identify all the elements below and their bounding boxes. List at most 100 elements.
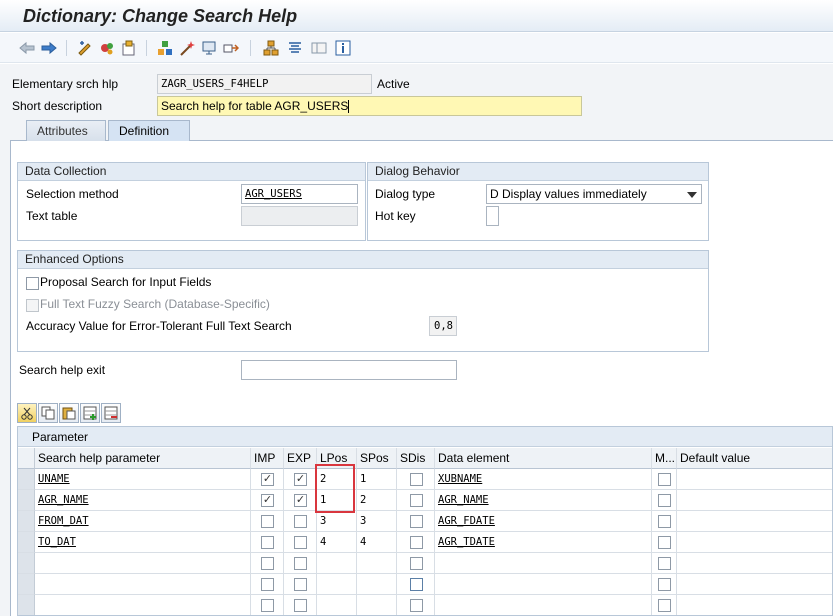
data-element-cell[interactable]: AGR_TDATE <box>435 532 652 553</box>
default-value-cell[interactable] <box>677 490 832 511</box>
hot-key-field[interactable] <box>486 206 499 226</box>
selection-method-field[interactable]: AGR_USERS <box>241 184 358 204</box>
param-cell[interactable]: TO_DAT <box>35 532 251 553</box>
exp-checkbox[interactable]: ✓ <box>294 473 307 486</box>
spos-cell[interactable] <box>357 574 397 595</box>
info-icon[interactable] <box>334 39 352 57</box>
row-selector[interactable] <box>18 469 35 490</box>
column-header[interactable]: Search help parameter <box>35 448 251 469</box>
default-value-cell[interactable] <box>677 469 832 490</box>
mod-checkbox[interactable] <box>658 494 671 507</box>
row-selector[interactable] <box>18 595 35 615</box>
exp-checkbox[interactable]: ✓ <box>294 494 307 507</box>
data-element-cell[interactable] <box>435 574 652 595</box>
sdis-checkbox[interactable] <box>410 473 423 486</box>
display-change-icon[interactable] <box>76 39 94 57</box>
forward-arrow-icon[interactable] <box>40 39 58 57</box>
hierarchy-icon[interactable] <box>262 39 280 57</box>
spos-cell[interactable] <box>357 553 397 574</box>
lpos-cell[interactable] <box>317 595 357 615</box>
imp-checkbox[interactable] <box>261 536 274 549</box>
lpos-cell[interactable] <box>317 553 357 574</box>
mod-checkbox[interactable] <box>658 536 671 549</box>
column-header[interactable]: Data element <box>435 448 652 469</box>
sdis-checkbox[interactable] <box>410 494 423 507</box>
default-value-cell[interactable] <box>677 511 832 532</box>
data-element-cell[interactable]: AGR_FDATE <box>435 511 652 532</box>
test-icon[interactable] <box>200 39 218 57</box>
copy-icon[interactable] <box>38 403 58 423</box>
lpos-cell[interactable] <box>317 574 357 595</box>
row-selector[interactable] <box>18 574 35 595</box>
object-list-icon[interactable] <box>286 39 304 57</box>
sdis-checkbox[interactable] <box>410 557 423 570</box>
exp-checkbox[interactable] <box>294 536 307 549</box>
imp-checkbox[interactable]: ✓ <box>261 473 274 486</box>
delete-row-icon[interactable] <box>101 403 121 423</box>
imp-checkbox[interactable]: ✓ <box>261 494 274 507</box>
sdis-checkbox[interactable] <box>410 578 423 591</box>
imp-checkbox[interactable] <box>261 515 274 528</box>
select-all-cell[interactable] <box>18 448 35 469</box>
row-selector[interactable] <box>18 511 35 532</box>
back-arrow-icon[interactable] <box>18 39 36 57</box>
data-element-cell[interactable]: AGR_NAME <box>435 490 652 511</box>
row-selector[interactable] <box>18 553 35 574</box>
imp-checkbox[interactable] <box>261 557 274 570</box>
imp-checkbox[interactable] <box>261 599 274 612</box>
param-cell[interactable] <box>35 574 251 595</box>
mod-checkbox[interactable] <box>658 473 671 486</box>
column-header[interactable]: SDis <box>397 448 435 469</box>
where-used-icon[interactable] <box>222 39 240 57</box>
default-value-cell[interactable] <box>677 532 832 553</box>
mod-checkbox[interactable] <box>658 599 671 612</box>
mod-checkbox[interactable] <box>658 515 671 528</box>
mod-checkbox[interactable] <box>658 557 671 570</box>
exp-checkbox[interactable] <box>294 557 307 570</box>
data-element-cell[interactable] <box>435 553 652 574</box>
default-value-cell[interactable] <box>677 574 832 595</box>
spos-cell[interactable]: 1 <box>357 469 397 490</box>
fuzzy-search-checkbox[interactable] <box>26 299 39 312</box>
activate-wand-icon[interactable] <box>178 39 196 57</box>
sdis-checkbox[interactable] <box>410 599 423 612</box>
spos-cell[interactable] <box>357 595 397 615</box>
proposal-search-checkbox[interactable] <box>26 277 39 290</box>
other-object-icon[interactable] <box>120 39 138 57</box>
default-value-cell[interactable] <box>677 553 832 574</box>
param-cell[interactable] <box>35 595 251 615</box>
row-selector[interactable] <box>18 490 35 511</box>
param-cell[interactable]: AGR_NAME <box>35 490 251 511</box>
exp-checkbox[interactable] <box>294 599 307 612</box>
data-element-cell[interactable]: XUBNAME <box>435 469 652 490</box>
tab-attributes[interactable]: Attributes <box>26 120 106 141</box>
column-header[interactable]: M... <box>652 448 677 469</box>
paste-icon[interactable] <box>59 403 79 423</box>
lpos-cell[interactable]: 3 <box>317 511 357 532</box>
search-help-exit-field[interactable] <box>241 360 457 380</box>
spos-cell[interactable]: 2 <box>357 490 397 511</box>
row-selector[interactable] <box>18 532 35 553</box>
activate-icon[interactable] <box>98 39 116 57</box>
column-header[interactable]: SPos <box>357 448 397 469</box>
data-element-cell[interactable] <box>435 595 652 615</box>
exp-checkbox[interactable] <box>294 578 307 591</box>
cut-icon[interactable] <box>17 403 37 423</box>
dialog-type-select[interactable]: D Display values immediately <box>486 184 702 204</box>
sdis-checkbox[interactable] <box>410 536 423 549</box>
mod-checkbox[interactable] <box>658 578 671 591</box>
insert-row-icon[interactable] <box>80 403 100 423</box>
accuracy-value-field[interactable]: 0,8 <box>429 316 457 336</box>
default-value-cell[interactable] <box>677 595 832 615</box>
param-cell[interactable]: UNAME <box>35 469 251 490</box>
column-header[interactable]: IMP <box>251 448 284 469</box>
param-cell[interactable]: FROM_DAT <box>35 511 251 532</box>
check-icon[interactable] <box>156 39 174 57</box>
exp-checkbox[interactable] <box>294 515 307 528</box>
tab-definition[interactable]: Definition <box>108 120 190 141</box>
spos-cell[interactable]: 3 <box>357 511 397 532</box>
lpos-cell[interactable]: 4 <box>317 532 357 553</box>
column-header[interactable]: Default value <box>677 448 832 469</box>
imp-checkbox[interactable] <box>261 578 274 591</box>
short-description-field[interactable]: Search help for table AGR_USERS <box>157 96 582 116</box>
